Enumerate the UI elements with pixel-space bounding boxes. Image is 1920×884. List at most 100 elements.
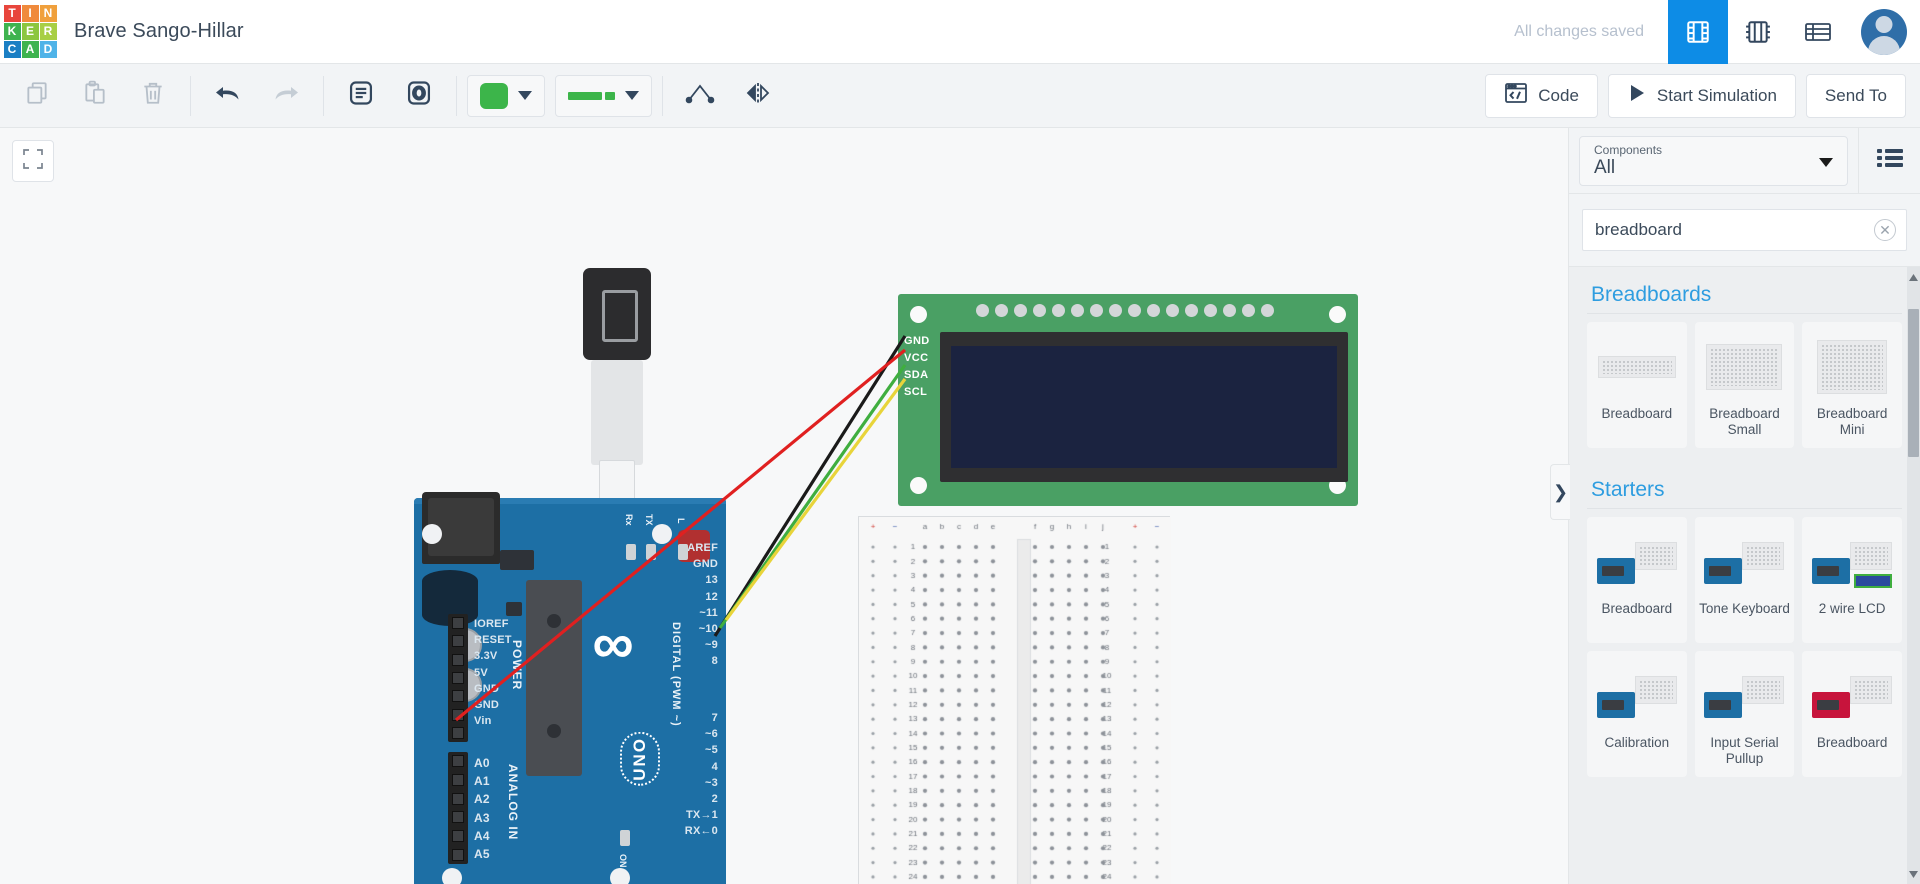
tinkercad-circuits-app: TIN KER CAD Brave Sango-Hillar All changes… — [0, 0, 1920, 884]
lcd-header-pin[interactable] — [1033, 304, 1046, 317]
header-socket[interactable] — [452, 829, 464, 842]
fit-to-view-button[interactable] — [12, 140, 54, 182]
header-socket[interactable] — [452, 617, 464, 630]
lcd-header-pin[interactable] — [1261, 304, 1274, 317]
components-category-select[interactable]: Components All — [1579, 135, 1848, 186]
digital-header-label: DIGITAL (PWM ~) — [670, 622, 682, 727]
component-tile-label: Breadboard — [1601, 406, 1673, 421]
page-title[interactable]: Brave Sango-Hillar — [74, 20, 244, 43]
arduino-pin-label: 3.3V — [474, 650, 498, 663]
header-socket[interactable] — [452, 773, 464, 786]
panel-collapse-toggle[interactable]: ❯ — [1550, 464, 1570, 520]
components-list[interactable]: Breadboards Breadboard Breadboard Small Bre… — [1569, 266, 1920, 884]
header-socket[interactable] — [452, 792, 464, 805]
lcd-header-pin[interactable] — [1223, 304, 1236, 317]
arduino-pin-label: 4 — [711, 760, 718, 773]
search-box[interactable]: ✕ — [1582, 209, 1907, 251]
lcd-header-pin[interactable] — [1128, 304, 1141, 317]
component-tile[interactable]: Breadboard — [1587, 517, 1687, 643]
header-socket[interactable] — [452, 635, 464, 648]
component-tile[interactable]: Breadboard Mini — [1802, 322, 1902, 448]
components-view-button[interactable] — [1728, 0, 1788, 64]
start-simulation-button[interactable]: Start Simulation — [1607, 73, 1796, 118]
arduino-pin-label: RESET — [474, 634, 512, 647]
rotate-button[interactable] — [390, 72, 448, 120]
simulator-view-button[interactable] — [1668, 0, 1728, 64]
copy-button[interactable] — [8, 72, 66, 120]
lcd-pin-labels: GND VCC SDA SCL — [904, 335, 930, 399]
logo-tile-k: K — [3, 23, 21, 40]
logo-tile-d: D — [39, 41, 57, 58]
component-tile-label: Breadboard — [1816, 735, 1888, 750]
component-tile[interactable]: Tone Keyboard — [1694, 517, 1795, 643]
scrollbar-thumb[interactable] — [1908, 309, 1919, 457]
paste-button[interactable] — [66, 72, 124, 120]
arduino-pin-label: A1 — [474, 774, 490, 789]
scroll-down-arrow[interactable] — [1907, 864, 1920, 884]
lcd-header-pin[interactable] — [1185, 304, 1198, 317]
header-socket[interactable] — [452, 708, 464, 721]
circuit-canvas[interactable]: GND VCC SDA SCL IOREF RESET 3.3V 5V GND GN — [0, 128, 1568, 884]
header-socket[interactable] — [452, 653, 464, 666]
lcd-header-pin[interactable] — [1242, 304, 1255, 317]
lcd-pin-label: VCC — [904, 352, 929, 364]
panel-list-view-button[interactable] — [1858, 127, 1920, 194]
component-tile[interactable]: 2 wire LCD — [1802, 517, 1902, 643]
component-tile[interactable]: Calibration — [1587, 651, 1687, 777]
header-socket[interactable] — [452, 726, 464, 739]
header-socket[interactable] — [452, 848, 464, 861]
component-tile[interactable]: Breadboard — [1802, 651, 1902, 777]
header-socket[interactable] — [452, 671, 464, 684]
list-view-button[interactable] — [1788, 0, 1848, 64]
lcd-header-pin[interactable] — [1204, 304, 1217, 317]
arduino-pin-label: A0 — [474, 756, 490, 770]
scroll-up-arrow[interactable] — [1907, 267, 1920, 287]
component-tile[interactable]: Breadboard Small — [1694, 322, 1795, 448]
header-socket[interactable] — [452, 690, 464, 703]
panel-scrollbar[interactable] — [1907, 267, 1920, 884]
header-socket[interactable] — [452, 811, 464, 824]
arduino-pin-label: A2 — [474, 792, 490, 807]
list-view-icon — [1804, 19, 1832, 45]
code-button[interactable]: Code — [1485, 73, 1598, 118]
arduino-uno-component[interactable]: IOREF RESET 3.3V 5V GND GND Vin POWER A0 A1 A2 A3… — [414, 492, 726, 884]
send-to-button[interactable]: Send To — [1805, 73, 1906, 118]
clear-search-icon[interactable]: ✕ — [1874, 219, 1896, 241]
list-view-icon — [1876, 148, 1903, 173]
header-socket[interactable] — [452, 755, 464, 768]
component-tile[interactable]: Input Serial Pullup — [1694, 651, 1795, 777]
mirror-button[interactable] — [729, 72, 787, 120]
lcd-header-pin[interactable] — [1014, 304, 1027, 317]
arduino-pin-label: 5V — [474, 666, 488, 679]
code-button-label: Code — [1538, 85, 1579, 105]
undo-button[interactable] — [199, 72, 257, 120]
lcd-header-pin[interactable] — [1052, 304, 1065, 317]
starter-tone-keyboard-thumbnail — [1702, 531, 1786, 593]
usb-cable[interactable] — [575, 268, 661, 518]
arduino-pin-label: 7 — [711, 712, 718, 724]
lcd-header-pin[interactable] — [995, 304, 1008, 317]
lcd-header-pin[interactable] — [1071, 304, 1084, 317]
start-simulation-label: Start Simulation — [1656, 85, 1777, 105]
component-tile[interactable]: Breadboard — [1587, 322, 1687, 448]
starter-calibration-thumbnail — [1595, 665, 1679, 727]
wire-color-picker[interactable] — [555, 74, 652, 117]
lcd-header-pin[interactable] — [1166, 304, 1179, 317]
lcd-header-pin[interactable] — [1090, 304, 1103, 317]
breadboard-component[interactable] — [858, 516, 1171, 884]
delete-button[interactable] — [124, 72, 182, 120]
tinkercad-logo[interactable]: TIN KER CAD — [0, 0, 60, 64]
lcd-header-pin[interactable] — [1147, 304, 1160, 317]
power-header-strip[interactable] — [448, 614, 468, 742]
search-input[interactable] — [1595, 220, 1894, 240]
component-color-picker[interactable] — [467, 74, 545, 117]
redo-button[interactable] — [257, 72, 315, 120]
lcd-header-pin[interactable] — [976, 304, 989, 317]
note-button[interactable] — [332, 72, 390, 120]
lcd-component[interactable]: GND VCC SDA SCL — [898, 294, 1358, 506]
align-button[interactable] — [671, 72, 729, 120]
avatar[interactable] — [1848, 0, 1920, 64]
lcd-header-pin[interactable] — [1109, 304, 1122, 317]
analog-header-strip[interactable] — [448, 752, 468, 864]
logo-tile-c: C — [3, 41, 21, 58]
